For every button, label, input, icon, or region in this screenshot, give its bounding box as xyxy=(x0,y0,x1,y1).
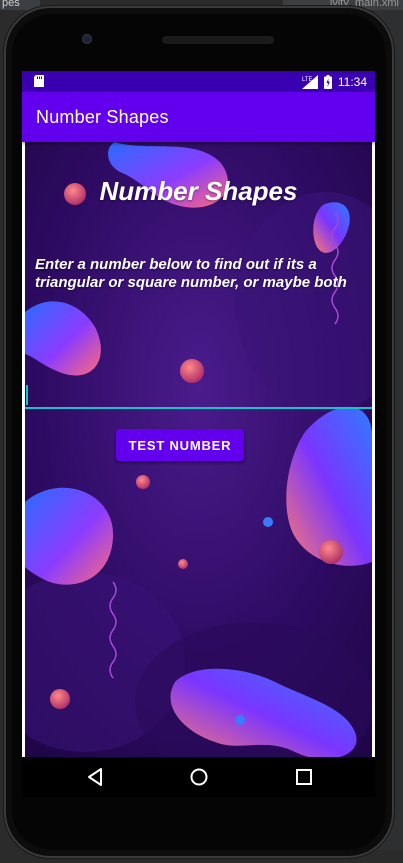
status-bar: LTE 11:34 xyxy=(22,71,375,92)
input-underline xyxy=(25,407,372,409)
main-content: Number Shapes Enter a number below to fi… xyxy=(25,142,372,757)
screen-edge-right xyxy=(372,142,375,757)
signal-icon: LTE xyxy=(301,75,318,89)
app-bar: Number Shapes xyxy=(22,92,375,142)
home-icon[interactable] xyxy=(188,767,210,787)
test-number-button[interactable]: TEST NUMBER xyxy=(116,429,244,461)
battery-icon xyxy=(323,75,332,89)
device-screen: LTE 11:34 Number Shapes Number Shapes En… xyxy=(22,71,375,757)
navigation-bar xyxy=(22,757,375,797)
number-input[interactable] xyxy=(25,368,372,410)
back-icon[interactable] xyxy=(85,767,107,787)
network-type-label: LTE xyxy=(302,77,313,83)
screen-edge-left xyxy=(22,142,25,757)
app-bar-title: Number Shapes xyxy=(36,107,169,127)
ide-tab-label: pes xyxy=(2,0,20,9)
front-camera xyxy=(82,34,92,44)
sd-card-icon xyxy=(34,75,44,87)
page-heading: Number Shapes xyxy=(99,176,298,206)
instructions-text: Enter a number below to find out if its … xyxy=(35,256,347,291)
status-time: 11:34 xyxy=(337,75,367,89)
recents-icon[interactable] xyxy=(293,767,315,787)
earpiece-speaker xyxy=(162,36,274,44)
status-icons: LTE 11:34 xyxy=(301,74,367,90)
text-cursor xyxy=(26,385,28,405)
